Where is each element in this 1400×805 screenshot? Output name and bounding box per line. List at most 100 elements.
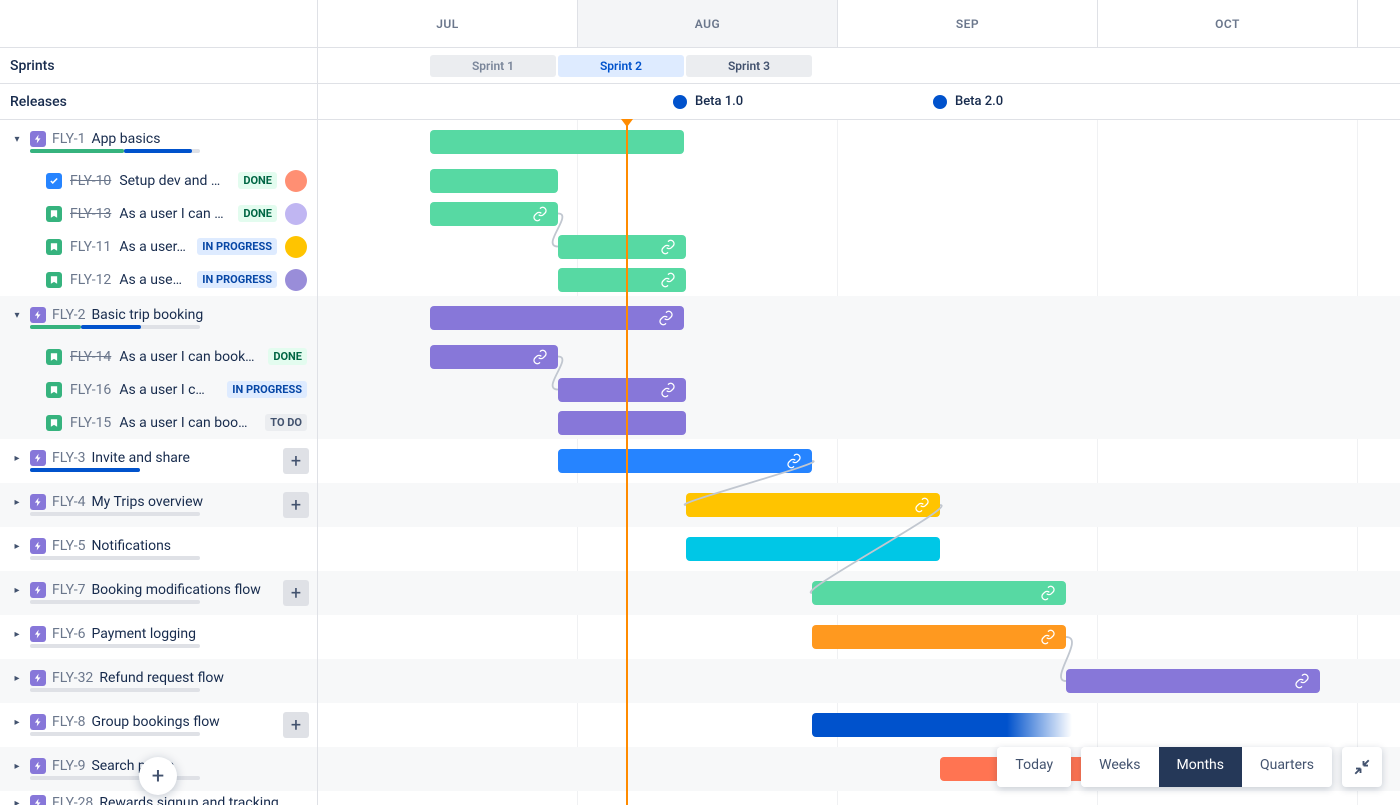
child-row[interactable]: FLY-16As a user I c…IN PROGRESS [0, 373, 317, 406]
issue-summary[interactable]: Payment logging [91, 626, 196, 642]
sprint-pill[interactable]: Sprint 2 [558, 55, 684, 77]
dependency-link-icon[interactable] [532, 349, 548, 365]
gantt-bar[interactable] [430, 169, 558, 193]
dependency-link-icon[interactable] [1040, 629, 1056, 645]
epic-row[interactable]: ▸ FLY-5 Notifications [0, 527, 317, 571]
epic-row[interactable]: ▸ FLY-7 Booking modifications flow + [0, 571, 317, 615]
issue-summary[interactable]: As a user I can boo… [119, 415, 257, 431]
gantt-bar[interactable] [1066, 669, 1320, 693]
add-child-button[interactable]: + [283, 492, 309, 518]
expand-chevron-icon[interactable]: ▸ [10, 673, 24, 684]
dependency-link-icon[interactable] [914, 497, 930, 513]
gantt-bar[interactable] [430, 306, 684, 330]
issue-summary[interactable]: Group bookings flow [91, 714, 219, 730]
child-row[interactable]: FLY-10Setup dev and …DONE [0, 164, 317, 197]
issue-key[interactable]: FLY-4 [52, 494, 85, 510]
issue-key[interactable]: FLY-28 [52, 795, 93, 805]
issue-key[interactable]: FLY-16 [70, 382, 111, 398]
expand-chevron-icon[interactable]: ▾ [10, 134, 24, 145]
collapse-button[interactable] [1342, 747, 1382, 787]
dependency-link-icon[interactable] [1040, 585, 1056, 601]
expand-chevron-icon[interactable]: ▸ [10, 453, 24, 464]
issue-summary[interactable]: As a user I can book… [119, 349, 260, 365]
issue-summary[interactable]: Booking modifications flow [91, 582, 260, 598]
issue-summary[interactable]: As a user I can … [119, 206, 230, 222]
zoom-weeks[interactable]: Weeks [1081, 747, 1158, 787]
gantt-bar[interactable] [430, 202, 558, 226]
issue-summary[interactable]: Basic trip booking [91, 307, 203, 323]
expand-chevron-icon[interactable]: ▸ [10, 541, 24, 552]
zoom-months[interactable]: Months [1159, 747, 1242, 787]
issue-summary[interactable]: Refund request flow [99, 670, 224, 686]
gantt-bar[interactable] [812, 625, 1066, 649]
issue-key[interactable]: FLY-1 [52, 131, 85, 147]
gantt-bar[interactable] [430, 130, 684, 154]
gantt-bar[interactable] [558, 268, 686, 292]
gantt-bar[interactable] [686, 537, 940, 561]
gantt-bar[interactable] [558, 449, 812, 473]
add-child-button[interactable]: + [283, 580, 309, 606]
sprint-pill[interactable]: Sprint 1 [430, 55, 556, 77]
gantt-bar[interactable] [558, 411, 686, 435]
issue-key[interactable]: FLY-7 [52, 582, 85, 598]
issue-key[interactable]: FLY-14 [70, 349, 111, 365]
timeline[interactable]: JULAUGSEPOCT Sprint 1Sprint 2Sprint 3 Be… [318, 0, 1400, 805]
epic-row[interactable]: ▸ FLY-32 Refund request flow [0, 659, 317, 703]
add-child-button[interactable]: + [283, 712, 309, 738]
child-row[interactable]: FLY-14As a user I can book…DONE [0, 340, 317, 373]
issue-key[interactable]: FLY-13 [70, 206, 111, 222]
gantt-bar[interactable] [430, 345, 558, 369]
expand-chevron-icon[interactable]: ▸ [10, 798, 24, 805]
issue-key[interactable]: FLY-32 [52, 670, 93, 686]
dependency-link-icon[interactable] [658, 310, 674, 326]
child-row[interactable]: FLY-12As a use…IN PROGRESS [0, 263, 317, 296]
dependency-link-icon[interactable] [786, 453, 802, 469]
zoom-quarters[interactable]: Quarters [1242, 747, 1332, 787]
today-button[interactable]: Today [997, 747, 1071, 787]
expand-chevron-icon[interactable]: ▸ [10, 585, 24, 596]
dependency-link-icon[interactable] [660, 382, 676, 398]
expand-chevron-icon[interactable]: ▾ [10, 310, 24, 321]
add-child-button[interactable]: + [283, 448, 309, 474]
issue-summary[interactable]: As a user I c… [119, 382, 219, 398]
issue-key[interactable]: FLY-10 [70, 173, 111, 189]
epic-row[interactable]: ▸ FLY-8 Group bookings flow + [0, 703, 317, 747]
issue-key[interactable]: FLY-5 [52, 538, 85, 554]
gantt-bar[interactable] [686, 493, 940, 517]
issue-summary[interactable]: My Trips overview [91, 494, 203, 510]
issue-key[interactable]: FLY-8 [52, 714, 85, 730]
child-row[interactable]: FLY-15As a user I can boo…TO DO [0, 406, 317, 439]
dependency-link-icon[interactable] [660, 272, 676, 288]
gantt-bar[interactable] [558, 378, 686, 402]
epic-row[interactable]: ▾ FLY-2 Basic trip booking [0, 296, 317, 340]
expand-chevron-icon[interactable]: ▸ [10, 629, 24, 640]
epic-row[interactable]: ▸ FLY-4 My Trips overview + [0, 483, 317, 527]
issue-summary[interactable]: Rewards signup and tracking [99, 795, 278, 805]
dependency-link-icon[interactable] [1294, 673, 1310, 689]
issue-summary[interactable]: Notifications [91, 538, 171, 554]
issue-summary[interactable]: Invite and share [91, 450, 190, 466]
issue-key[interactable]: FLY-6 [52, 626, 85, 642]
issue-key[interactable]: FLY-2 [52, 307, 85, 323]
dependency-link-icon[interactable] [532, 206, 548, 222]
assignee-avatar[interactable] [285, 269, 307, 291]
child-row[interactable]: FLY-13As a user I can …DONE [0, 197, 317, 230]
issue-summary[interactable]: As a use… [119, 272, 189, 288]
issue-summary[interactable]: Setup dev and … [119, 173, 230, 189]
issue-key[interactable]: FLY-12 [70, 272, 111, 288]
epic-row[interactable]: ▸ FLY-3 Invite and share + [0, 439, 317, 483]
epic-row[interactable]: ▸ FLY-6 Payment logging [0, 615, 317, 659]
expand-chevron-icon[interactable]: ▸ [10, 717, 24, 728]
assignee-avatar[interactable] [285, 236, 307, 258]
child-row[interactable]: FLY-11As a user…IN PROGRESS [0, 230, 317, 263]
gantt-bar[interactable] [812, 581, 1066, 605]
expand-chevron-icon[interactable]: ▸ [10, 497, 24, 508]
issue-summary[interactable]: App basics [91, 131, 160, 147]
release[interactable]: Beta 2.0 [933, 94, 1003, 109]
release[interactable]: Beta 1.0 [673, 94, 743, 109]
create-fab[interactable]: + [139, 757, 177, 795]
assignee-avatar[interactable] [285, 170, 307, 192]
dependency-link-icon[interactable] [660, 239, 676, 255]
issue-summary[interactable]: As a user… [119, 239, 189, 255]
issue-key[interactable]: FLY-3 [52, 450, 85, 466]
